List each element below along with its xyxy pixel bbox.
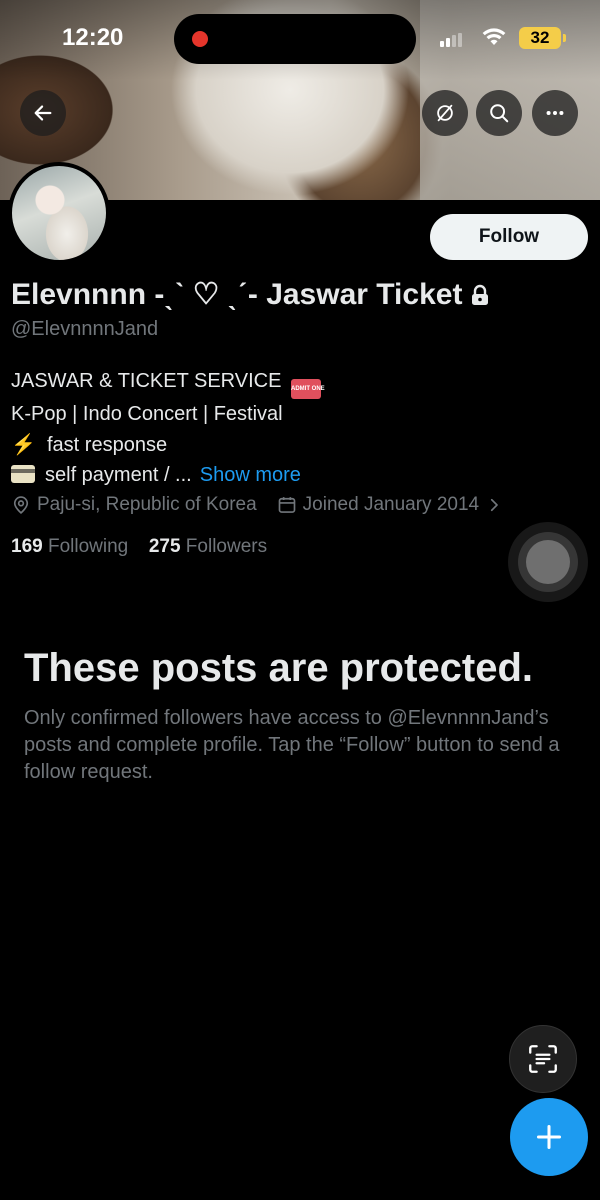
display-name-row: Elevnnnn -ˎˋ ♡ ˎˊ- Jaswar Ticket [11, 277, 490, 312]
bio-line-1: JASWAR & TICKET SERVICE ADMIT ONE [11, 366, 325, 399]
following-count: 169 [11, 536, 43, 557]
location-text: Paju-si, Republic of Korea [37, 494, 257, 515]
recording-indicator-icon [192, 31, 208, 47]
protected-title: These posts are protected. [24, 646, 534, 690]
handle: @ElevnnnnJand [11, 318, 159, 340]
bio-line-3: ⚡ fast response [11, 430, 321, 461]
dynamic-island [174, 14, 416, 64]
assistive-touch-ring [518, 532, 578, 592]
lock-icon [472, 284, 489, 305]
bio-line-4-text: self payment / ... [45, 464, 192, 486]
follow-stats: 169 Following 275 Followers [11, 536, 267, 558]
ticket-emoji-icon: ADMIT ONE [291, 379, 325, 399]
follow-button[interactable]: Follow [430, 214, 588, 260]
assistive-touch-button[interactable] [508, 522, 588, 602]
back-button[interactable] [20, 90, 66, 136]
search-icon [490, 104, 509, 123]
unmute-button[interactable] [422, 90, 468, 136]
bio-line-3-text: fast response [47, 433, 168, 456]
bio-line-4: self payment / ... Show more [11, 460, 321, 491]
lightning-emoji-icon: ⚡ [11, 433, 36, 456]
followers-link[interactable]: 275 Followers [149, 536, 267, 557]
credit-card-emoji-icon [11, 465, 35, 483]
more-horizontal-icon [546, 110, 564, 116]
followers-count: 275 [148, 536, 181, 557]
display-name: Elevnnnn -ˎˋ ♡ ˎˊ- Jaswar Ticket [11, 278, 463, 311]
following-link[interactable]: 169 Following [11, 536, 128, 557]
chevron-right-icon[interactable] [485, 496, 503, 514]
wifi-icon [482, 28, 506, 45]
joined-text: Joined January 2014 [302, 494, 480, 515]
following-label: Following [47, 536, 129, 557]
plus-icon [536, 1124, 562, 1150]
compose-button[interactable] [510, 1098, 588, 1176]
bio-line-1-text: JASWAR & TICKET SERVICE [11, 370, 282, 392]
protected-body: Only confirmed followers have access to … [24, 707, 560, 783]
search-button[interactable] [476, 90, 522, 136]
show-more-link[interactable]: Show more [200, 464, 301, 486]
more-button[interactable] [532, 90, 578, 136]
bio: JASWAR & TICKET SERVICE ADMIT ONE K-Pop … [11, 366, 325, 491]
location-pin-icon [13, 496, 29, 515]
scan-text-icon [529, 1045, 557, 1073]
calendar-icon [278, 497, 296, 513]
battery-indicator: 32 [519, 27, 566, 49]
followers-label: Followers [185, 536, 268, 557]
bio-line-2: K-Pop | Indo Concert | Festival [11, 403, 283, 425]
assistive-touch-dot [526, 540, 570, 584]
scan-text-button[interactable] [509, 1025, 577, 1093]
arrow-left-icon [34, 105, 52, 121]
no-circle-icon [437, 104, 453, 122]
profile-meta: Paju-si, Republic of Korea Joined Januar… [11, 494, 509, 516]
status-time: 12:20 [62, 24, 124, 51]
avatar[interactable] [8, 162, 110, 264]
cellular-signal-icon [440, 33, 464, 47]
